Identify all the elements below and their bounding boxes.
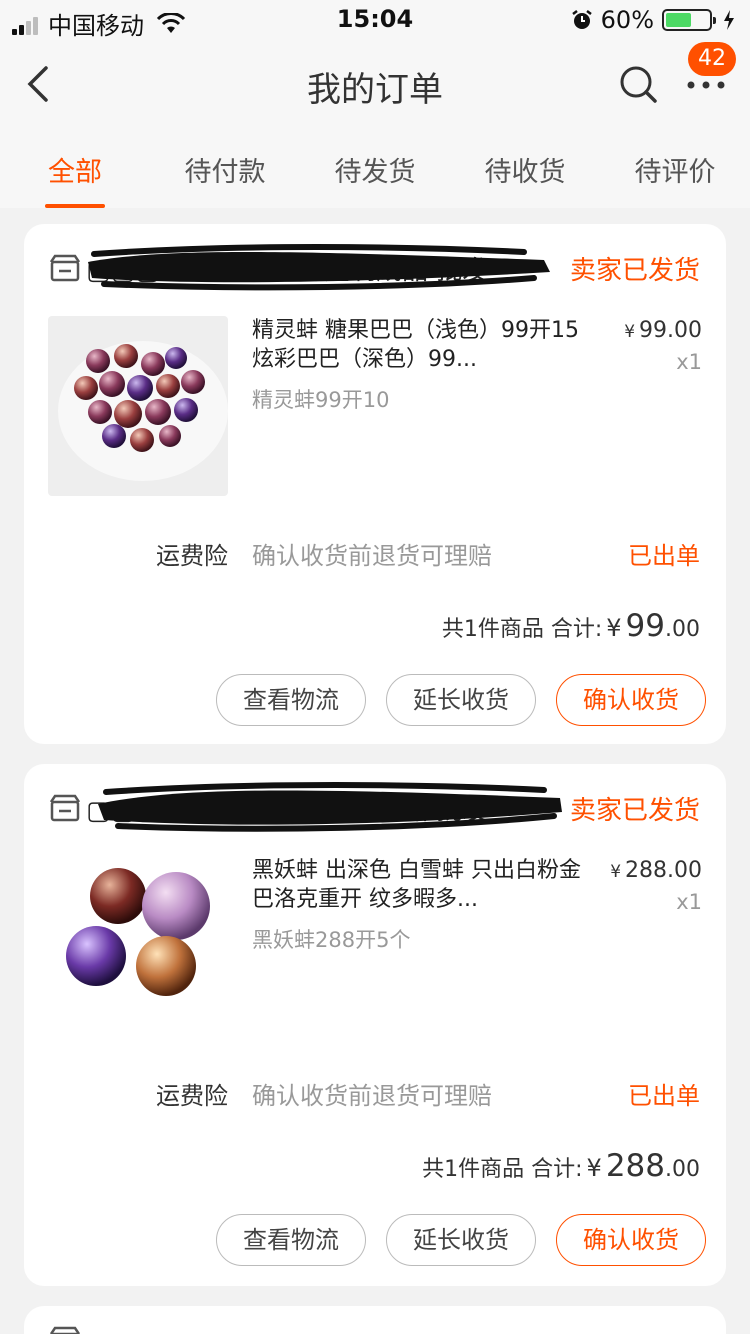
item-sku: 精灵蚌99开10 [252,388,390,412]
total-dec: .00 [665,617,700,642]
tab-pending-shipment[interactable]: 待发货 [300,130,450,208]
tab-label: 待付款 [184,157,266,188]
insurance-status: 已出单 [628,1082,700,1110]
product-thumbnail[interactable] [48,316,228,496]
tab-label: 全部 [48,157,102,188]
total-currency: ¥ [606,614,622,642]
total-dec: .00 [665,1157,700,1182]
confirm-receipt-button[interactable]: 确认收货 [556,1214,706,1266]
tab-label: 待发货 [334,157,416,188]
item-quantity: x1 [676,350,702,374]
charging-icon [724,10,734,30]
confirm-receipt-button[interactable]: 确认收货 [556,674,706,726]
shop-icon [50,1326,80,1334]
order-card[interactable]: ▢▢▢珍珠 活体开蚌定制成品 批发 卖家已发货 黑妖蚌 出深色 白雪蚌 只出白粉… [24,764,726,1286]
view-logistics-button[interactable]: 查看物流 [216,674,366,726]
status-bar: 中国移动 15:04 60% [0,0,750,40]
shop-row[interactable]: ▢▢▢珍珠 活体开蚌定制成品 批发 卖家已发货 [50,244,700,291]
order-status: 卖家已发货 [569,256,700,286]
action-buttons: 查看物流 延长收货 确认收货 [196,1214,706,1266]
tab-pending-receipt[interactable]: 待收货 [450,130,600,208]
currency-symbol: ¥ [610,862,622,882]
product-thumbnail[interactable] [48,856,228,1036]
insurance-label: 运费险 [156,1082,228,1110]
tab-label: 待收货 [484,157,566,188]
order-status: 卖家已发货 [569,796,700,826]
currency-symbol: ¥ [624,322,636,342]
total-prefix: 共1件商品 合计: [422,1157,583,1182]
order-tabs: 全部 待付款 待发货 待收货 待评价 [0,130,750,208]
item-quantity: x1 [676,890,702,914]
item-title[interactable]: 黑妖蚌 出深色 白雪蚌 只出白粉金 巴洛克重开 纹多暇多... [252,856,582,914]
redaction-scribble [88,244,550,291]
price-value: 288.00 [625,858,702,883]
order-card[interactable]: ▢▢▢珍珠 活体开蚌定制成品 批发 卖家已发货 精灵蚌 糖果巴巴（浅色）99开1… [24,224,726,744]
shipping-insurance-row: 运费险 确认收货前退货可理赔 已出单 [24,1076,726,1116]
order-total: 共1件商品 合计: ¥99.00 [442,608,700,644]
insurance-status: 已出单 [628,542,700,570]
total-int: 99 [625,608,665,644]
insurance-desc: 确认收货前退货可理赔 [252,1082,492,1110]
battery-icon [662,9,716,31]
tab-all[interactable]: 全部 [0,130,150,208]
extend-receipt-button[interactable]: 延长收货 [386,1214,536,1266]
insurance-desc: 确认收货前退货可理赔 [252,542,492,570]
shop-icon [50,794,80,822]
total-currency: ¥ [586,1154,602,1182]
item-price: ¥99.00 [624,318,702,343]
shop-icon [50,254,80,282]
status-right: 60% [571,6,736,34]
order-card-partial[interactable] [24,1306,726,1334]
search-icon[interactable] [618,64,658,104]
item-sku: 黑妖蚌288开5个 [252,928,411,952]
tab-pending-review[interactable]: 待评价 [600,130,750,208]
message-count-badge: 42 [688,42,736,76]
tab-label: 待评价 [634,157,716,188]
price-value: 99.00 [639,318,702,343]
redaction-scribble [98,782,562,832]
alarm-icon [571,10,592,29]
nav-bar: 我的订单 42 [0,40,750,130]
order-total: 共1件商品 合计: ¥288.00 [422,1148,700,1184]
item-price: ¥288.00 [610,858,702,883]
tab-pending-payment[interactable]: 待付款 [150,130,300,208]
shipping-insurance-row: 运费险 确认收货前退货可理赔 已出单 [24,536,726,576]
total-prefix: 共1件商品 合计: [441,617,603,642]
item-title[interactable]: 精灵蚌 糖果巴巴（浅色）99开15 炫彩巴巴（深色）99... [252,316,582,374]
total-int: 288 [605,1148,665,1184]
action-buttons: 查看物流 延长收货 确认收货 [196,674,706,726]
view-logistics-button[interactable]: 查看物流 [216,1214,366,1266]
shop-row[interactable]: ▢▢▢珍珠 活体开蚌定制成品 批发 卖家已发货 [50,782,700,832]
insurance-label: 运费险 [156,542,228,570]
battery-percent: 60% [600,6,654,34]
extend-receipt-button[interactable]: 延长收货 [386,674,536,726]
